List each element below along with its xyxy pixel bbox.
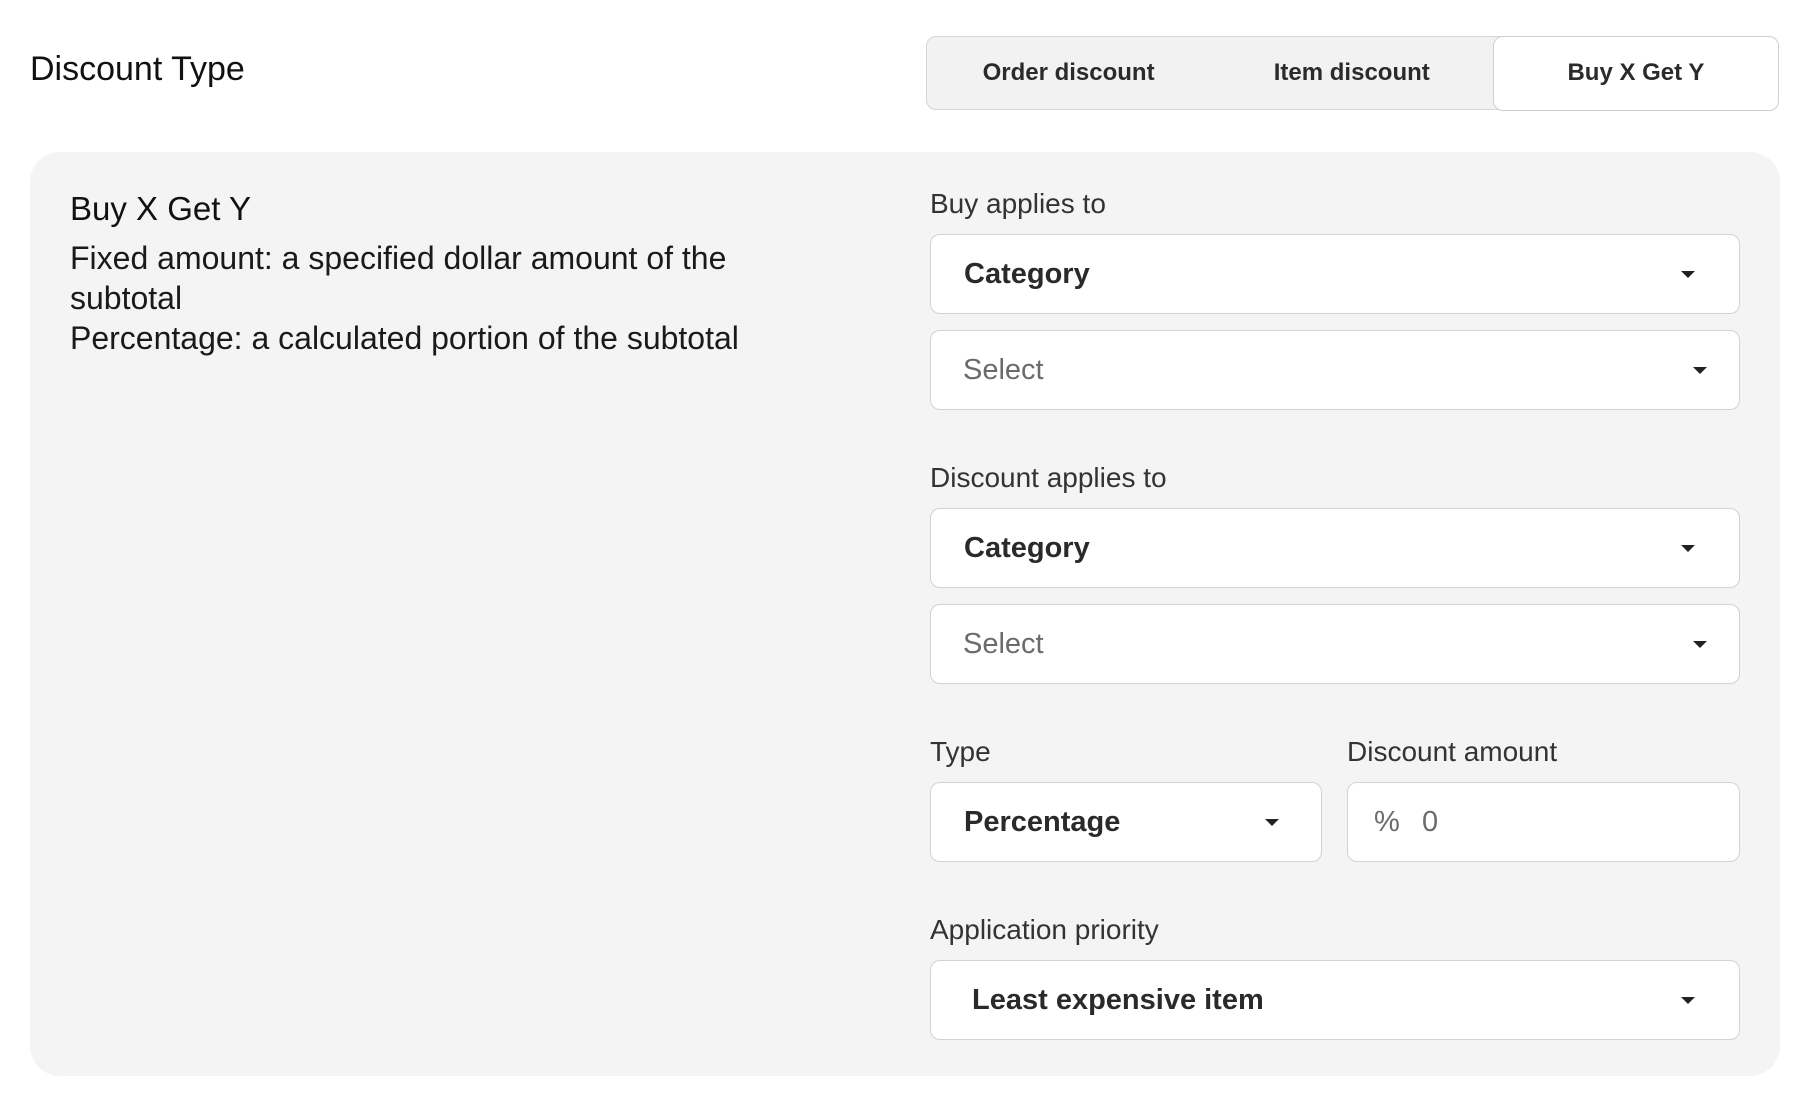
application-priority-label: Application priority <box>930 914 1159 945</box>
chevron-down-icon <box>1681 996 1695 1004</box>
application-priority-value: Least expensive item <box>972 983 1264 1016</box>
discount-applies-to-label: Discount applies to <box>930 462 1167 493</box>
chevron-down-icon <box>1693 366 1707 374</box>
discount-category-placeholder: Select <box>963 627 1044 660</box>
chevron-down-icon <box>1265 818 1279 826</box>
discount-applies-to-value: Category <box>964 531 1090 564</box>
description-percentage: Percentage: a calculated portion of the … <box>70 320 739 356</box>
buy-applies-to-select[interactable]: Category <box>930 234 1740 314</box>
buy-category-placeholder: Select <box>963 353 1044 386</box>
application-priority-select[interactable]: Least expensive item <box>930 960 1740 1040</box>
chevron-down-icon <box>1681 544 1695 552</box>
type-value: Percentage <box>964 805 1121 838</box>
tab-buy-x-get-y[interactable]: Buy X Get Y <box>1493 35 1779 111</box>
buy-category-select[interactable]: Select <box>930 330 1740 410</box>
percent-prefix: % <box>1374 805 1400 838</box>
type-select[interactable]: Percentage <box>930 782 1322 862</box>
tab-order-discount[interactable]: Order discount <box>927 37 1210 109</box>
discount-amount-input[interactable]: % 0 <box>1347 782 1740 862</box>
description-fixed-amount: Fixed amount: a specified dollar amount … <box>70 240 727 316</box>
discount-amount-value: 0 <box>1422 805 1439 838</box>
buy-applies-to-value: Category <box>964 257 1090 290</box>
chevron-down-icon <box>1681 270 1695 278</box>
discount-category-select[interactable]: Select <box>930 604 1740 684</box>
discount-applies-to-select[interactable]: Category <box>930 508 1740 588</box>
chevron-down-icon <box>1693 640 1707 648</box>
tab-item-discount[interactable]: Item discount <box>1210 37 1493 109</box>
discount-panel: Buy X Get Y Fixed amount: a specified do… <box>30 152 1780 1076</box>
description-title: Buy X Get Y <box>70 190 251 227</box>
discount-description: Buy X Get Y Fixed amount: a specified do… <box>70 190 830 358</box>
discount-amount-label: Discount amount <box>1347 736 1558 767</box>
buy-applies-to-label: Buy applies to <box>930 188 1106 219</box>
page-title: Discount Type <box>30 50 245 88</box>
discount-type-tabs: Order discount Item discount Buy X Get Y <box>926 35 1779 111</box>
type-label: Type <box>930 736 991 767</box>
